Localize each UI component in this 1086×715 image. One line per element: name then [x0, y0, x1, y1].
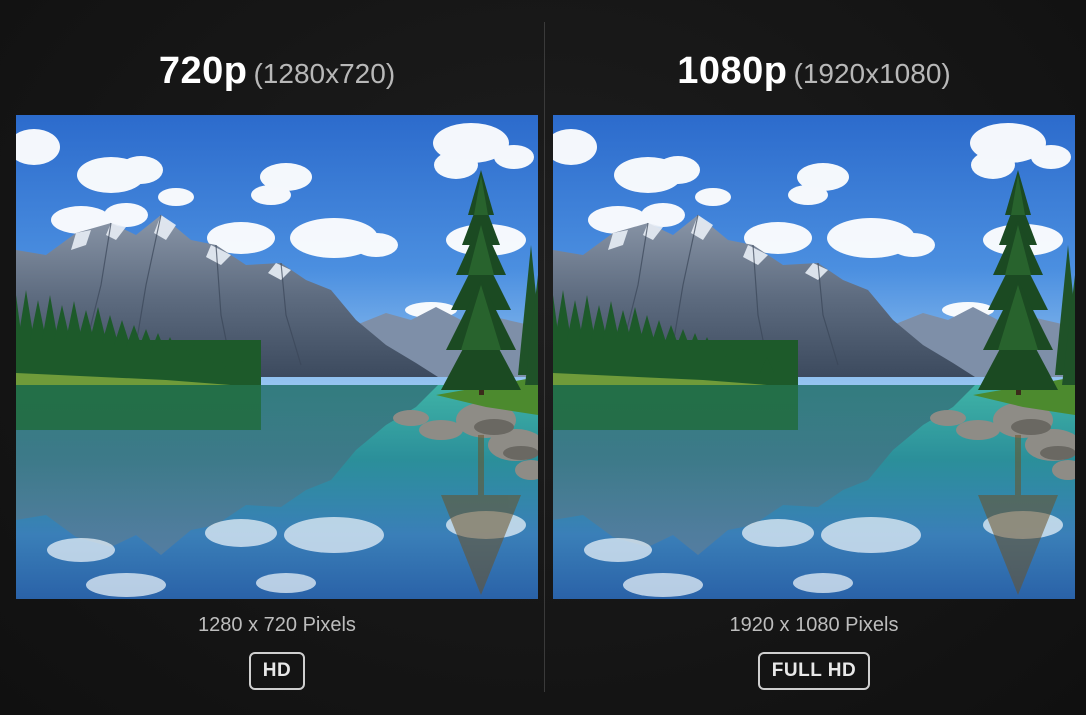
panel-title: 720p (1280x720)	[16, 50, 538, 93]
panel-720p: 720p (1280x720) 1280 x 720 Pixels HD	[16, 0, 538, 715]
dimensions-label: (1920x1080)	[793, 58, 951, 89]
pixel-caption: 1920 x 1080 Pixels	[729, 614, 899, 636]
panel-title: 1080p (1920x1080)	[553, 50, 1075, 93]
resolution-label: 1080p	[677, 50, 788, 92]
panel-1080p: 1080p (1920x1080) 1920 x 1080 Pixels FULL…	[553, 0, 1075, 715]
landscape-image-1080p	[553, 115, 1075, 599]
landscape-image-720p	[16, 115, 538, 599]
pixel-caption: 1280 x 720 Pixels	[198, 614, 356, 636]
dimensions-label: (1280x720)	[253, 58, 396, 89]
full-hd-badge: FULL HD	[757, 652, 871, 690]
resolution-label: 720p	[158, 50, 248, 92]
hd-badge: HD	[248, 652, 306, 690]
comparison-stage: 720p (1280x720) 1280 x 720 Pixels HD 1080…	[0, 0, 1086, 715]
center-divider	[544, 22, 545, 692]
